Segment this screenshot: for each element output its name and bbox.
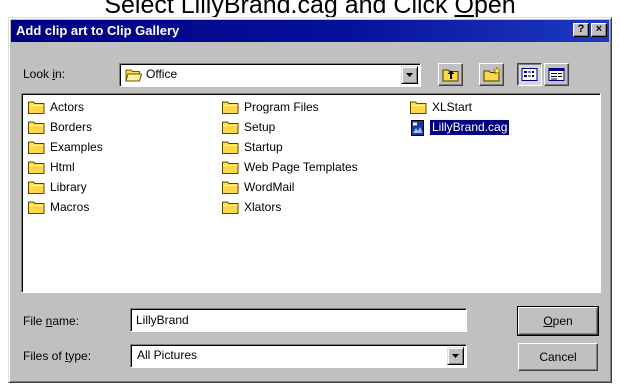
file-name-label-part: ame: <box>52 314 80 328</box>
file-name-label: File name: <box>23 314 79 328</box>
list-item-label: WordMail <box>244 180 295 194</box>
list-item-label: XLStart <box>432 100 473 114</box>
list-item-label: Setup <box>244 120 276 134</box>
open-button-mnemonic: O <box>543 314 553 328</box>
help-button[interactable]: ? <box>573 23 589 37</box>
folder-icon <box>28 100 45 117</box>
look-in-dropdown[interactable]: Office <box>119 63 421 87</box>
chevron-down-icon <box>452 354 459 358</box>
chevron-down-icon <box>406 73 413 77</box>
close-button[interactable]: × <box>591 23 607 37</box>
folder-icon <box>28 160 45 177</box>
list-item-label: Library <box>50 180 87 194</box>
open-button[interactable]: Open <box>517 306 599 336</box>
files-of-type-value: All Pictures <box>137 348 198 362</box>
files-of-type-label-part: ype: <box>68 349 92 363</box>
list-item-label: Actors <box>50 100 85 114</box>
list-item-label: Examples <box>50 140 103 154</box>
list-item-label: Xlators <box>244 200 282 214</box>
folder-icon <box>410 100 427 117</box>
folder-icon <box>28 140 45 157</box>
folder-icon <box>222 140 239 157</box>
list-view-button[interactable] <box>517 63 542 86</box>
folder-icon <box>222 200 239 217</box>
list-item-label: LillyBrand.cag <box>428 119 511 136</box>
folder-icon <box>28 120 45 137</box>
list-item-label: Borders <box>50 120 93 134</box>
look-in-label: Look in: <box>23 67 65 81</box>
up-one-level-button[interactable] <box>438 63 463 86</box>
look-in-value: Office <box>146 67 178 81</box>
files-of-type-dropdown[interactable]: All Pictures <box>130 344 467 368</box>
clip-gallery-file-icon <box>410 120 427 139</box>
list-item-label: Web Page Templates <box>244 160 358 174</box>
list-item-label: Startup <box>244 140 283 154</box>
folder-icon <box>28 200 45 217</box>
folder-icon <box>222 180 239 197</box>
add-clip-art-dialog: Add clip art to Clip Gallery ? × Look in… <box>8 17 612 383</box>
title-bar[interactable]: Add clip art to Clip Gallery ? × <box>11 20 609 42</box>
details-view-button[interactable] <box>544 63 569 86</box>
file-list[interactable]: Actors Borders Examples Html Library Mac… <box>21 93 601 293</box>
folder-icon <box>28 180 45 197</box>
folder-icon <box>222 160 239 177</box>
look-in-dropdown-button[interactable] <box>401 66 418 84</box>
list-item-label: Program Files <box>244 100 319 114</box>
cancel-button[interactable]: Cancel <box>518 343 598 371</box>
files-of-type-label-part: Files of <box>23 349 66 363</box>
dialog-title: Add clip art to Clip Gallery <box>16 23 180 38</box>
list-item-label: Html <box>50 160 75 174</box>
list-item-label: Macros <box>50 200 90 214</box>
look-in-label-part: n: <box>55 67 66 81</box>
files-of-type-dropdown-button[interactable] <box>447 347 464 365</box>
look-in-label-part: Look <box>23 67 53 81</box>
folder-open-icon <box>125 68 143 87</box>
file-name-label-part: File <box>23 314 46 328</box>
open-button-label: pen <box>552 314 573 328</box>
file-name-input[interactable] <box>130 308 467 332</box>
create-new-folder-button[interactable] <box>479 63 504 86</box>
folder-icon <box>222 120 239 137</box>
files-of-type-label: Files of type: <box>23 349 91 363</box>
folder-icon <box>222 100 239 117</box>
